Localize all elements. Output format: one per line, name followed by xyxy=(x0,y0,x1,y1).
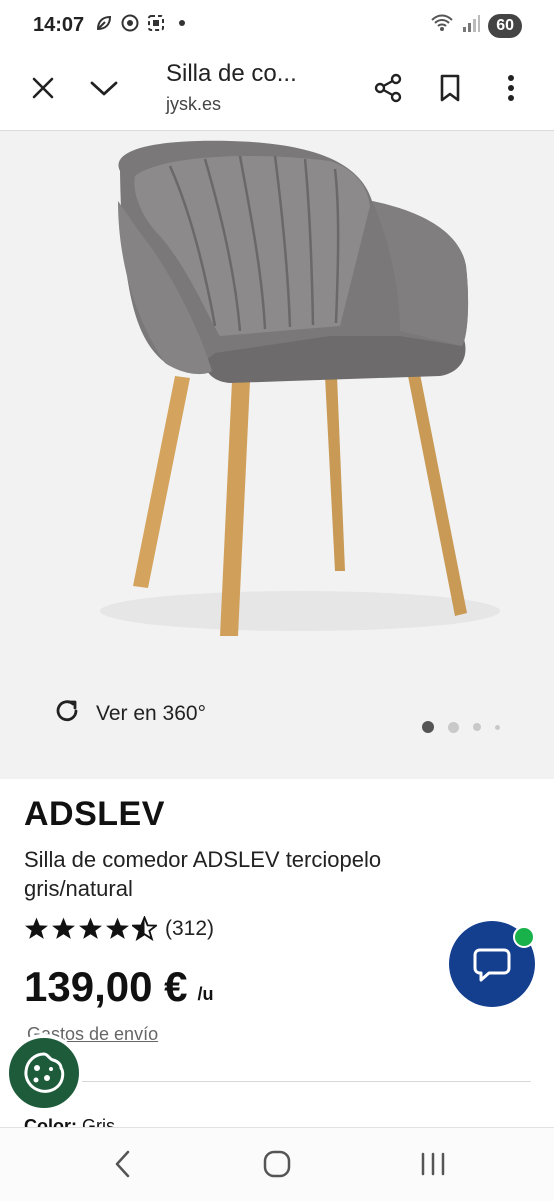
gallery-dot[interactable] xyxy=(495,724,500,730)
leaf-icon xyxy=(95,14,113,32)
custom-tab-toolbar: Silla de co... jysk.es xyxy=(0,52,554,131)
battery-indicator: 60 xyxy=(488,13,522,38)
wifi-icon xyxy=(430,13,454,38)
star-icon xyxy=(79,917,102,939)
chat-bubble-icon xyxy=(473,948,511,982)
product-price: 139,00 € /u xyxy=(24,963,214,1011)
cookie-icon xyxy=(24,1052,65,1093)
star-icon xyxy=(106,917,129,939)
chevron-down-icon[interactable] xyxy=(82,66,126,110)
page-domain: jysk.es xyxy=(166,94,222,114)
divider xyxy=(24,1081,531,1082)
more-vert-icon[interactable] xyxy=(489,66,533,110)
dot-icon xyxy=(173,14,191,32)
share-icon[interactable] xyxy=(366,66,410,110)
star-icon xyxy=(25,917,48,939)
product-image-gallery[interactable]: Ver en 360° xyxy=(0,131,554,779)
system-nav-bar xyxy=(0,1127,554,1201)
page-title[interactable]: Silla de co... xyxy=(166,60,297,88)
close-icon[interactable] xyxy=(21,66,65,110)
signal-icon xyxy=(462,13,481,38)
rotate-icon xyxy=(52,696,82,731)
view-360-label: Ver en 360° xyxy=(96,701,206,725)
price-amount: 139,00 € xyxy=(24,963,188,1010)
product-description: Silla de comedor ADSLEV terciopelo gris/… xyxy=(24,847,382,901)
product-brand: ADSLEV xyxy=(24,795,165,833)
gallery-dot-active[interactable] xyxy=(422,721,434,733)
rating-count: (312) xyxy=(165,916,215,940)
gallery-dot[interactable] xyxy=(473,723,481,731)
half-star-icon xyxy=(132,916,157,941)
status-bar: 14:07 60 xyxy=(0,0,554,52)
chrome-icon xyxy=(121,14,139,32)
product-rating[interactable]: (312) xyxy=(24,916,214,941)
bookmark-icon[interactable] xyxy=(428,66,472,110)
cookie-settings-button[interactable] xyxy=(5,1034,83,1112)
home-icon[interactable] xyxy=(257,1144,297,1184)
chat-online-badge xyxy=(513,926,535,948)
gallery-dot[interactable] xyxy=(448,721,459,733)
star-icon xyxy=(52,917,75,939)
recents-icon[interactable] xyxy=(413,1144,453,1184)
back-icon[interactable] xyxy=(103,1144,143,1184)
rating-stars xyxy=(24,916,157,941)
gallery-pagination xyxy=(422,721,500,733)
screenshot-icon xyxy=(147,14,165,32)
status-time: 14:07 xyxy=(33,14,85,36)
view-360-button[interactable]: Ver en 360° xyxy=(52,696,206,731)
product-image xyxy=(100,140,500,636)
price-unit: /u xyxy=(197,984,214,1004)
